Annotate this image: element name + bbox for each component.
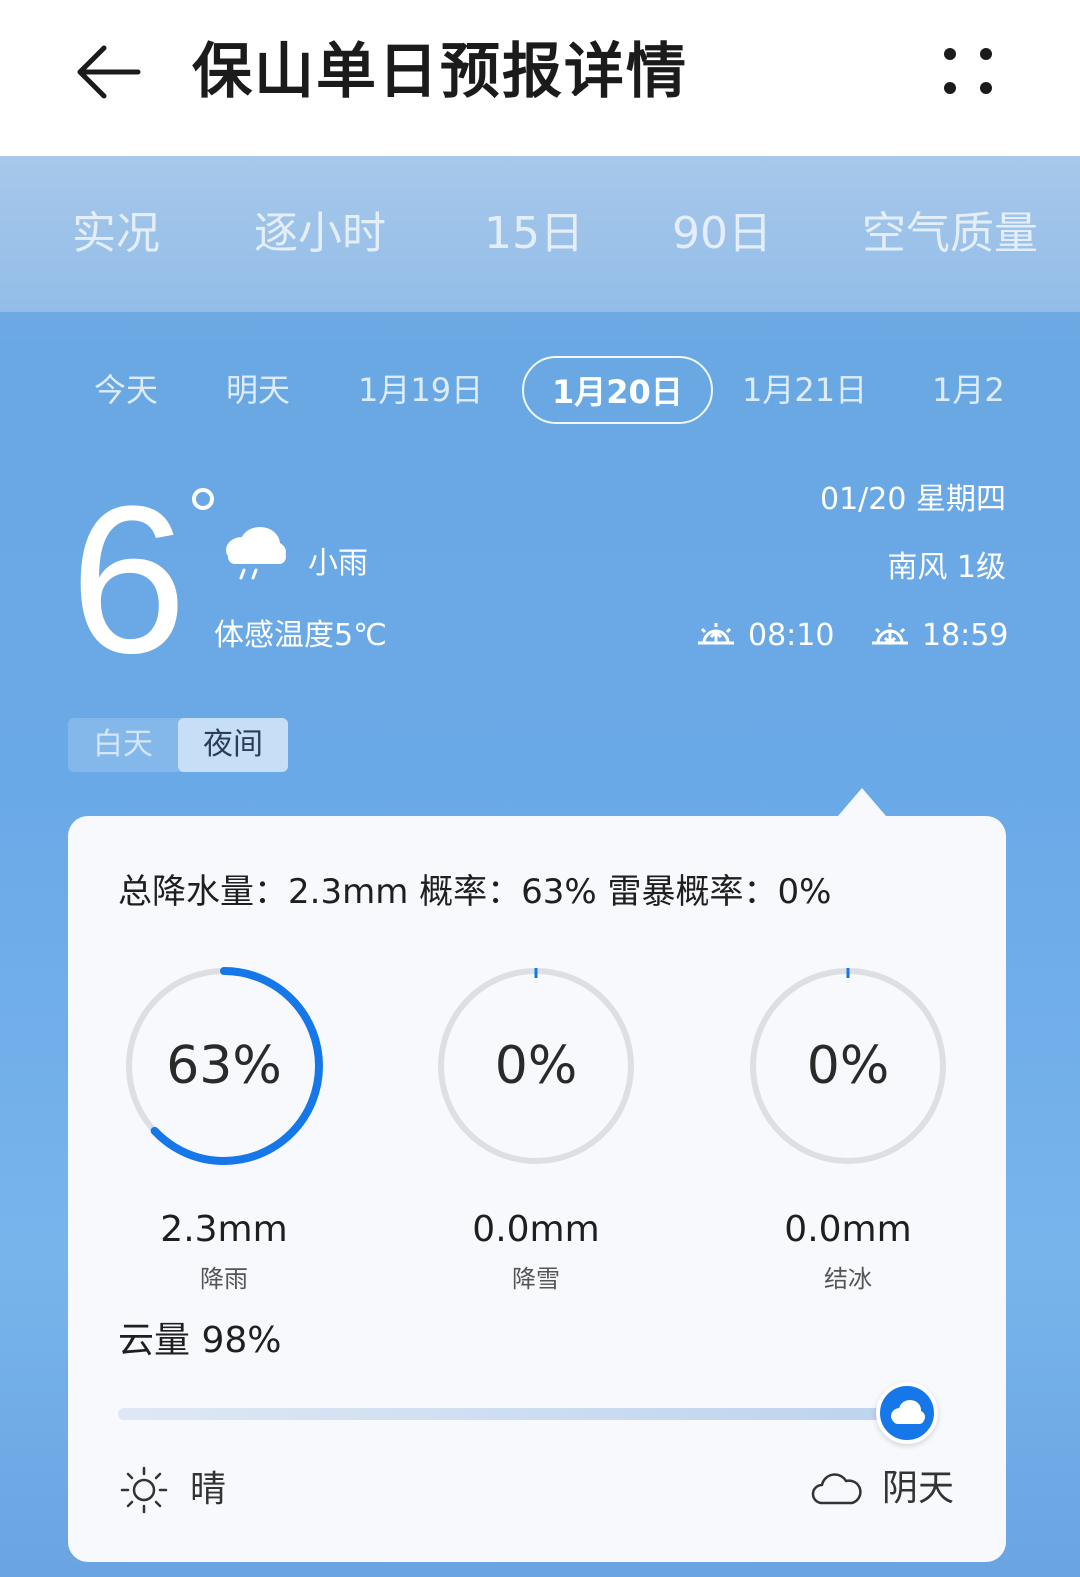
sunset-info: 18:59 — [868, 614, 1008, 658]
card-pointer — [838, 788, 886, 816]
tab-live[interactable]: 实况 — [72, 204, 160, 264]
tab-15-day[interactable]: 15日 — [484, 204, 584, 264]
tab-air-quality[interactable]: 空气质量 — [862, 204, 1038, 264]
sunrise-icon — [698, 623, 734, 645]
date-tab-tomorrow[interactable]: 明天 — [226, 356, 290, 424]
day-night-toggle: 白天 夜间 — [68, 718, 288, 772]
cloud-cover-track — [118, 1408, 908, 1420]
toggle-night[interactable]: 夜间 — [178, 718, 288, 772]
rain-label: 降雨 — [200, 1265, 248, 1293]
ice-percent: 0% — [806, 1036, 890, 1096]
back-arrow-icon — [77, 45, 141, 99]
rain-ring: 63% — [124, 966, 324, 1166]
back-button[interactable] — [74, 40, 144, 104]
clear-end: 晴 — [118, 1464, 226, 1516]
ice-amount: 0.0mm — [784, 1209, 912, 1250]
sunrise-info: 08:10 — [694, 614, 834, 658]
forecast-date: 01/20 星期四 — [820, 482, 1006, 517]
snow-ring: 0% — [436, 966, 636, 1166]
sunset-icon — [872, 623, 908, 646]
light-rain-icon — [226, 527, 286, 580]
tab-90-day[interactable]: 90日 — [672, 204, 772, 264]
ice-label: 结冰 — [824, 1265, 872, 1293]
rain-percent: 63% — [166, 1036, 282, 1096]
cloud-cover-fill — [118, 1408, 893, 1420]
more-options-button[interactable] — [940, 44, 996, 100]
precipitation-card: 总降水量：2.3mm 概率：63% 雷暴概率：0% 63% 0% 0% 2.3m… — [68, 816, 1006, 1562]
weather-condition: 小雨 — [308, 546, 368, 581]
ice-ring: 0% — [748, 966, 948, 1166]
date-tab-jan-22[interactable]: 1月2 — [932, 356, 1005, 424]
snow-percent: 0% — [494, 1036, 578, 1096]
sunrise-time: 08:10 — [748, 618, 835, 653]
rain-amount: 2.3mm — [160, 1209, 288, 1250]
toggle-day[interactable]: 白天 — [68, 718, 178, 772]
snow-label: 降雪 — [512, 1265, 560, 1293]
clear-label: 晴 — [190, 1469, 227, 1510]
cloud-thumb-icon — [891, 1400, 925, 1424]
more-dots-icon — [944, 48, 956, 60]
date-tab-jan-21[interactable]: 1月21日 — [742, 356, 867, 424]
temperature-value: 6 — [70, 462, 187, 697]
main-tab-bar: 实况 逐小时 15日 90日 空气质量 — [0, 156, 1080, 312]
date-tab-jan-19[interactable]: 1月19日 — [358, 356, 483, 424]
cloud-cover-title: 云量 98% — [118, 1320, 282, 1361]
overcast-end: 阴天 — [810, 1464, 954, 1514]
app-header: 保山单日预报详情 — [0, 0, 1080, 156]
cloud-icon — [811, 1473, 862, 1505]
date-tab-jan-20[interactable]: 1月20日 — [522, 356, 713, 424]
tab-hourly[interactable]: 逐小时 — [254, 204, 386, 264]
sun-icon — [120, 1466, 168, 1514]
page-title: 保山单日预报详情 — [192, 37, 688, 107]
overcast-label: 阴天 — [882, 1468, 955, 1509]
precipitation-summary: 总降水量：2.3mm 概率：63% 雷暴概率：0% — [118, 872, 832, 912]
snow-amount: 0.0mm — [472, 1209, 600, 1250]
cloud-cover-thumb[interactable] — [876, 1382, 938, 1444]
date-tab-today[interactable]: 今天 — [94, 356, 158, 424]
degree-symbol — [192, 488, 214, 510]
sunset-time: 18:59 — [922, 618, 1009, 653]
wind-info: 南风 1级 — [887, 550, 1006, 585]
feels-like-temperature: 体感温度5℃ — [214, 618, 387, 653]
